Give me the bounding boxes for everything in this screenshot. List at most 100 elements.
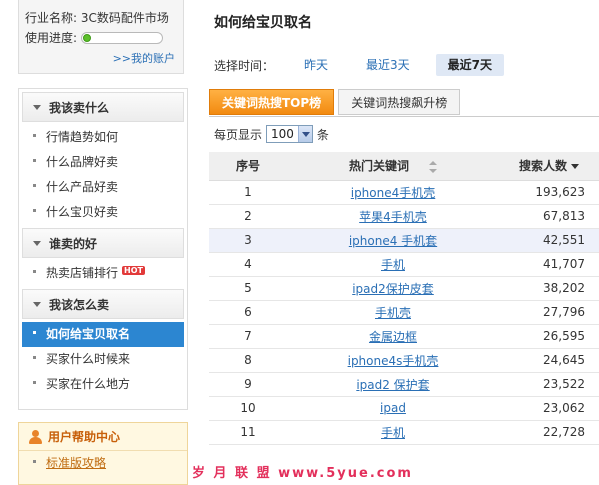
rank-cell: 7 [209,324,287,349]
menu-item-item-sales[interactable]: 什么宝贝好卖 [19,200,187,225]
per-page-value: 100 [271,127,294,141]
search-count-cell: 26,595 [499,324,599,349]
my-account-link[interactable]: >>我的账户 [113,50,175,66]
per-page-unit: 条 [316,127,329,142]
menu-section-title: 我该怎么卖 [49,298,110,312]
keyword-cell: 苹果4手机壳 [287,204,499,229]
rank-cell: 9 [209,372,287,397]
table-row: 6 手机壳 27,796 [209,300,599,325]
keyword-cell: iphone4s手机壳 [287,348,499,373]
header-keyword[interactable]: 热门关键词 [287,152,499,181]
menu-item-label: 行情趋势如何 [46,130,119,144]
progress-indicator-dot [83,34,92,42]
bullet-icon [33,381,36,384]
hot-badge: HOT [122,266,145,275]
keyword-link[interactable]: ipad2保护皮套 [352,282,434,296]
industry-label: 行业名称: [25,11,78,25]
collapse-triangle-icon [33,241,41,246]
header-rank: 序号 [209,152,287,181]
sort-toggle-icon [429,160,437,173]
rank-cell: 8 [209,348,287,373]
keyword-link[interactable]: iphone4手机壳 [351,186,436,200]
keyword-link[interactable]: iphone4 手机套 [349,234,437,248]
keyword-cell: ipad [287,396,499,421]
bullet-icon [33,270,36,273]
bullet-icon [33,331,36,334]
keyword-link[interactable]: 手机 [381,426,405,440]
sort-descending-icon [571,164,579,170]
search-count-cell: 41,707 [499,252,599,277]
keyword-cell: 手机 [287,252,499,277]
search-count-cell: 38,202 [499,276,599,301]
tab-hot-search-top[interactable]: 关键词热搜TOP榜 [209,89,335,115]
rank-cell: 10 [209,396,287,421]
per-page-label: 每页显示 [214,127,263,142]
search-count-cell: 22,728 [499,420,599,445]
menu-item-buyer-location[interactable]: 买家在什么地方 [19,372,187,397]
search-count-cell: 27,796 [499,300,599,325]
standard-guide-link[interactable]: 标准版攻略 [46,456,106,470]
keyword-link[interactable]: 手机壳 [375,306,411,320]
time-option-last-3-days[interactable]: 最近3天 [354,54,422,76]
rank-cell: 4 [209,252,287,277]
per-page-select[interactable]: 100 [266,125,313,143]
time-option-yesterday[interactable]: 昨天 [292,54,340,76]
rank-cell: 2 [209,204,287,229]
menu-item-buyer-time[interactable]: 买家什么时候来 [19,347,187,372]
search-count-cell: 24,645 [499,348,599,373]
rank-cell: 6 [209,300,287,325]
time-option-last-7-days[interactable]: 最近7天 [435,54,505,76]
keyword-cell: iphone4手机壳 [287,180,499,205]
table-row: 8 iphone4s手机壳 24,645 [209,348,599,373]
table-row: 10 ipad 23,062 [209,396,599,421]
table-row: 1 iphone4手机壳 193,623 [209,180,599,205]
keyword-link[interactable]: 金属边框 [369,330,417,344]
table-row: 7 金属边框 26,595 [209,324,599,349]
rank-cell: 1 [209,180,287,205]
bullet-icon [33,460,36,463]
watermark: 岁 月 联 盟 www.5yue.com [192,466,413,481]
tab-hot-search-rising[interactable]: 关键词热搜飙升榜 [338,89,461,115]
keyword-cell: 手机壳 [287,300,499,325]
menu-section-how-to-sell[interactable]: 我该怎么卖 [22,289,184,319]
menu-item-hot-shop-ranking[interactable]: 热卖店铺排行 HOT [19,261,187,286]
bullet-icon [33,209,36,212]
menu-item-product-sales[interactable]: 什么产品好卖 [19,175,187,200]
menu-item-brand-sales[interactable]: 什么品牌好卖 [19,150,187,175]
bullet-icon [33,356,36,359]
menu-section-title: 我该卖什么 [49,101,110,115]
table-row: 9 ipad2 保护套 23,522 [209,372,599,397]
table-row: 11 手机 22,728 [209,420,599,445]
account-info-panel: 行业名称: 3C数码配件市场 使用进度: >>我的账户 [18,0,184,74]
keyword-ranking-table: 序号 热门关键词 搜索人数 1 iphone4手机壳 193,623 2 苹果4手机壳 6… [209,152,599,445]
keyword-link[interactable]: ipad2 保护套 [356,378,429,392]
collapse-triangle-icon [33,105,41,110]
bullet-icon [33,159,36,162]
keyword-link[interactable]: 苹果4手机壳 [359,210,427,224]
user-icon [29,429,42,444]
table-row: 3 iphone4 手机套 42,551 [209,228,599,253]
keyword-link[interactable]: ipad [380,401,406,415]
keyword-link[interactable]: 手机 [381,258,405,272]
table-row: 4 手机 41,707 [209,252,599,277]
search-count-cell: 23,062 [499,396,599,421]
menu-item-market-trend[interactable]: 行情趋势如何 [19,125,187,150]
menu-section-what-to-sell[interactable]: 我该卖什么 [22,92,184,122]
search-count-cell: 42,551 [499,228,599,253]
progress-row: 使用进度: [25,28,183,48]
menu-item-label: 买家什么时候来 [46,352,131,366]
industry-value: 3C数码配件市场 [80,11,169,25]
header-search-count[interactable]: 搜索人数 [499,152,599,181]
rank-cell: 3 [209,228,287,253]
menu-item-label: 什么产品好卖 [46,180,119,194]
help-center-header: 用户帮助中心 [19,423,187,451]
bullet-icon [33,134,36,137]
search-count-cell: 67,813 [499,204,599,229]
industry-row: 行业名称: 3C数码配件市场 [25,8,183,28]
ranking-tabs: 关键词热搜TOP榜 关键词热搜飙升榜 [209,89,464,117]
menu-section-who-sells-well[interactable]: 谁卖的好 [22,228,184,258]
bullet-icon [33,184,36,187]
menu-item-item-naming[interactable]: 如何给宝贝取名 [22,322,184,347]
table-body: 1 iphone4手机壳 193,623 2 苹果4手机壳 67,813 3 iphone4 … [209,180,599,445]
keyword-link[interactable]: iphone4s手机壳 [348,354,439,368]
